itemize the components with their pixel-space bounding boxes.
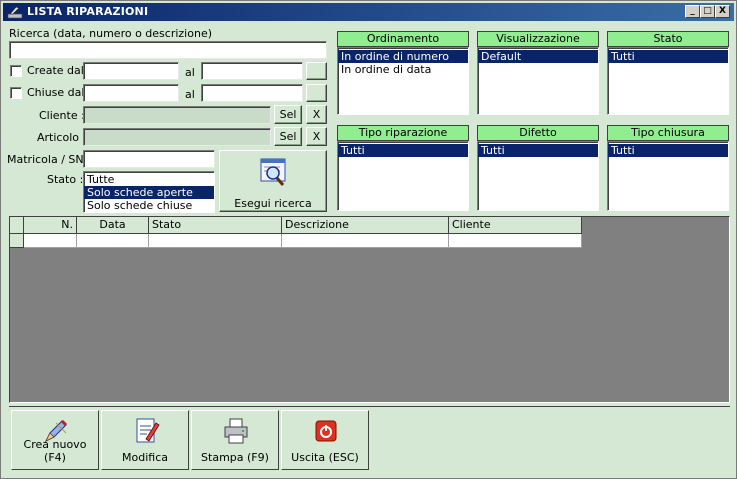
cliente-select-button[interactable]: Sel (274, 105, 302, 124)
closed-date-picker-button[interactable] (306, 84, 327, 102)
stato-header: Stato (607, 31, 729, 47)
difetto-option-tutti[interactable]: Tutti (478, 144, 598, 157)
minimize-button[interactable]: _ (685, 5, 700, 18)
visualizzazione-option-default[interactable]: Default (478, 50, 598, 63)
stato-option-chiuse[interactable]: Solo schede chiuse (84, 199, 214, 212)
new-button[interactable]: Crea nuovo (F4) (11, 410, 99, 470)
visualizzazione-list[interactable]: Default (477, 47, 599, 115)
stato-filter-list[interactable]: Tutte Solo schede aperte Solo schede chi… (83, 171, 215, 213)
action-bar: Crea nuovo (F4) Modifica Stampa (F9) Usc… (9, 406, 730, 470)
closed-al-label: al (185, 88, 195, 101)
stato-list[interactable]: Tutti (607, 47, 729, 115)
closed-checkbox[interactable] (10, 87, 22, 99)
exit-button-label: Uscita (ESC) (291, 451, 359, 464)
grid-cell[interactable] (449, 234, 582, 248)
print-button-label: Stampa (F9) (201, 451, 269, 464)
stato-option-tutti[interactable]: Tutti (608, 50, 728, 63)
ordinamento-header: Ordinamento (337, 31, 469, 47)
search-execute-label: Esegui ricerca (234, 197, 312, 210)
closed-from-input[interactable] (83, 84, 179, 102)
grid-row-indicator[interactable] (10, 234, 24, 248)
title-bar[interactable]: LISTA RIPARAZIONI _ □ X (3, 3, 734, 21)
tipo-chiusura-option-tutti[interactable]: Tutti (608, 144, 728, 157)
created-to-input[interactable] (201, 62, 303, 80)
maximize-button[interactable]: □ (700, 5, 715, 18)
new-button-label: Crea nuovo (F4) (23, 438, 87, 464)
tipo-riparazione-list[interactable]: Tutti (337, 141, 469, 211)
articolo-clear-button[interactable]: X (306, 127, 327, 146)
articolo-input[interactable] (83, 128, 271, 146)
created-date-picker-button[interactable] (306, 62, 327, 80)
tipo-riparazione-header: Tipo riparazione (337, 125, 469, 141)
edit-button-label: Modifica (122, 451, 168, 464)
grid-header-cliente[interactable]: Cliente (449, 217, 582, 234)
ordinamento-option-data[interactable]: In ordine di data (338, 63, 468, 76)
matricola-input[interactable] (83, 150, 215, 168)
search-execute-button[interactable]: Esegui ricerca (219, 150, 327, 212)
window-title: LISTA RIPARAZIONI (27, 5, 149, 18)
difetto-header: Difetto (477, 125, 599, 141)
stato-option-tutte[interactable]: Tutte (84, 173, 214, 186)
difetto-list[interactable]: Tutti (477, 141, 599, 211)
visualizzazione-header: Visualizzazione (477, 31, 599, 47)
cliente-input[interactable] (83, 106, 271, 124)
grid-cell[interactable] (149, 234, 282, 248)
edit-document-icon (136, 418, 160, 443)
ordinamento-option-numero[interactable]: In ordine di numero (338, 50, 468, 63)
grid-header-descrizione[interactable]: Descrizione (282, 217, 449, 234)
tipo-riparazione-option-tutti[interactable]: Tutti (338, 144, 468, 157)
search-input[interactable] (9, 41, 327, 59)
edit-button[interactable]: Modifica (101, 410, 189, 470)
main-window: LISTA RIPARAZIONI _ □ X Ricerca (data, n… (0, 0, 737, 479)
cliente-label: Cliente : (39, 109, 85, 122)
closed-label: Chiuse dal (27, 86, 85, 99)
printer-icon (224, 418, 248, 444)
created-label: Create dal (27, 64, 84, 77)
stato-filter-label: Stato : (47, 173, 84, 186)
search-label: Ricerca (data, numero o descrizione) (9, 27, 213, 40)
grid-cell[interactable] (282, 234, 449, 248)
matricola-label: Matricola / SN: (7, 153, 88, 166)
stato-option-aperte[interactable]: Solo schede aperte (84, 186, 214, 199)
power-icon (315, 420, 337, 442)
grid-cell[interactable] (77, 234, 149, 248)
wrench-app-icon (7, 6, 23, 19)
created-checkbox[interactable] (10, 65, 22, 77)
results-grid[interactable]: N. Data Stato Descrizione Cliente (9, 216, 730, 403)
articolo-label: Articolo : (37, 131, 87, 144)
tipo-chiusura-list[interactable]: Tutti (607, 141, 729, 211)
grid-header-data[interactable]: Data (77, 217, 149, 234)
grid-header-numero[interactable]: N. (24, 217, 77, 234)
ordinamento-list[interactable]: In ordine di numero In ordine di data (337, 47, 469, 115)
grid-indicator-header (10, 217, 24, 234)
articolo-select-button[interactable]: Sel (274, 127, 302, 146)
print-button[interactable]: Stampa (F9) (191, 410, 279, 470)
created-al-label: al (185, 66, 195, 79)
grid-header-stato[interactable]: Stato (149, 217, 282, 234)
cliente-clear-button[interactable]: X (306, 105, 327, 124)
magnifier-document-icon (260, 158, 286, 186)
close-window-button[interactable]: X (715, 5, 730, 18)
created-from-input[interactable] (83, 62, 179, 80)
exit-button[interactable]: Uscita (ESC) (281, 410, 369, 470)
closed-to-input[interactable] (201, 84, 303, 102)
grid-cell[interactable] (24, 234, 77, 248)
tipo-chiusura-header: Tipo chiusura (607, 125, 729, 141)
